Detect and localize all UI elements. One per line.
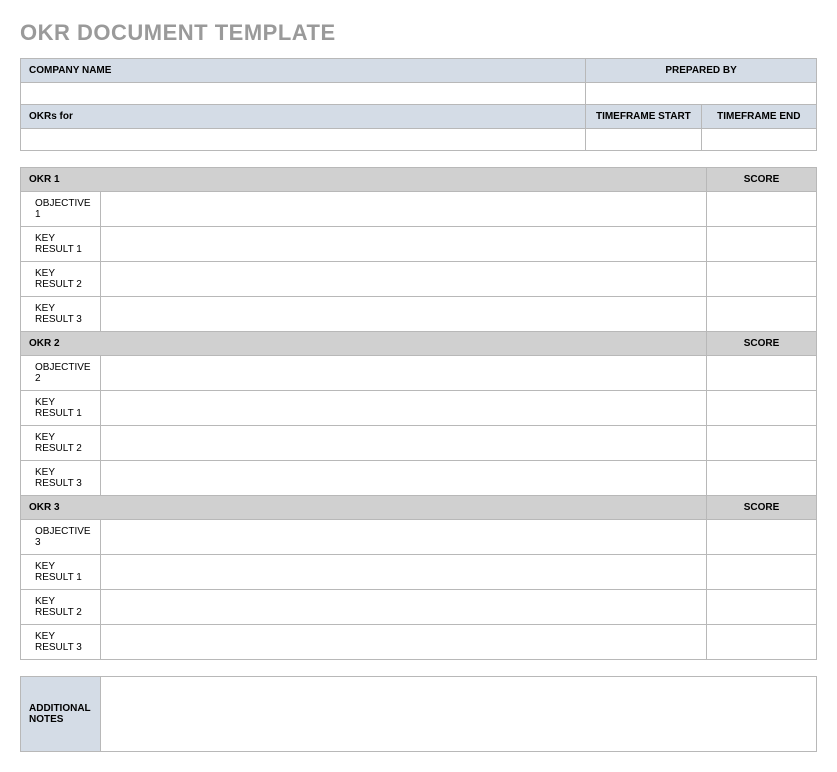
additional-notes-input[interactable] (101, 677, 817, 752)
okr1-objective-input[interactable] (101, 192, 707, 227)
notes-table: ADDITIONAL NOTES (20, 676, 817, 752)
additional-notes-label: ADDITIONAL NOTES (21, 677, 101, 752)
okr1-kr1-label: KEY RESULT 1 (21, 227, 101, 262)
timeframe-end-input[interactable] (701, 129, 816, 151)
okr1-score-label: SCORE (707, 168, 817, 192)
okrs-for-label: OKRs for (21, 105, 586, 129)
okr2-objective-input[interactable] (101, 356, 707, 391)
okr2-objective-score[interactable] (707, 356, 817, 391)
okr2-kr1-label: KEY RESULT 1 (21, 391, 101, 426)
okr2-kr1-input[interactable] (101, 391, 707, 426)
okr3-kr2-input[interactable] (101, 590, 707, 625)
okr1-kr2-input[interactable] (101, 262, 707, 297)
okr1-objective-label: OBJECTIVE 1 (21, 192, 101, 227)
okr2-kr2-input[interactable] (101, 426, 707, 461)
timeframe-start-input[interactable] (586, 129, 701, 151)
okr2-objective-label: OBJECTIVE 2 (21, 356, 101, 391)
okr1-kr2-label: KEY RESULT 2 (21, 262, 101, 297)
timeframe-end-label: TIMEFRAME END (701, 105, 816, 129)
okr3-objective-score[interactable] (707, 520, 817, 555)
prepared-by-input[interactable] (586, 83, 817, 105)
okr3-kr1-score[interactable] (707, 555, 817, 590)
okr1-kr1-score[interactable] (707, 227, 817, 262)
okr2-kr3-score[interactable] (707, 461, 817, 496)
okr1-header: OKR 1 (21, 168, 707, 192)
okr3-kr3-score[interactable] (707, 625, 817, 660)
okr3-kr3-input[interactable] (101, 625, 707, 660)
okr1-kr3-input[interactable] (101, 297, 707, 332)
okr3-score-label: SCORE (707, 496, 817, 520)
okrs-for-input[interactable] (21, 129, 586, 151)
okr3-kr1-label: KEY RESULT 1 (21, 555, 101, 590)
okr2-kr3-input[interactable] (101, 461, 707, 496)
okr1-kr1-input[interactable] (101, 227, 707, 262)
okr2-kr1-score[interactable] (707, 391, 817, 426)
okr1-kr3-score[interactable] (707, 297, 817, 332)
okr3-objective-label: OBJECTIVE 3 (21, 520, 101, 555)
okr3-kr1-input[interactable] (101, 555, 707, 590)
header-table: COMPANY NAME PREPARED BY OKRs for TIMEFR… (20, 58, 817, 151)
okr2-kr2-label: KEY RESULT 2 (21, 426, 101, 461)
okr3-header: OKR 3 (21, 496, 707, 520)
okr2-kr2-score[interactable] (707, 426, 817, 461)
okr3-objective-input[interactable] (101, 520, 707, 555)
okr3-kr3-label: KEY RESULT 3 (21, 625, 101, 660)
company-name-label: COMPANY NAME (21, 59, 586, 83)
okr1-kr2-score[interactable] (707, 262, 817, 297)
page-title: OKR DOCUMENT TEMPLATE (20, 20, 817, 46)
okr2-score-label: SCORE (707, 332, 817, 356)
okr2-header: OKR 2 (21, 332, 707, 356)
company-name-input[interactable] (21, 83, 586, 105)
okr3-kr2-label: KEY RESULT 2 (21, 590, 101, 625)
okr-table: OKR 1 SCORE OBJECTIVE 1 KEY RESULT 1 KEY… (20, 167, 817, 660)
okr2-kr3-label: KEY RESULT 3 (21, 461, 101, 496)
timeframe-start-label: TIMEFRAME START (586, 105, 701, 129)
prepared-by-label: PREPARED BY (586, 59, 817, 83)
okr3-kr2-score[interactable] (707, 590, 817, 625)
okr1-objective-score[interactable] (707, 192, 817, 227)
okr1-kr3-label: KEY RESULT 3 (21, 297, 101, 332)
